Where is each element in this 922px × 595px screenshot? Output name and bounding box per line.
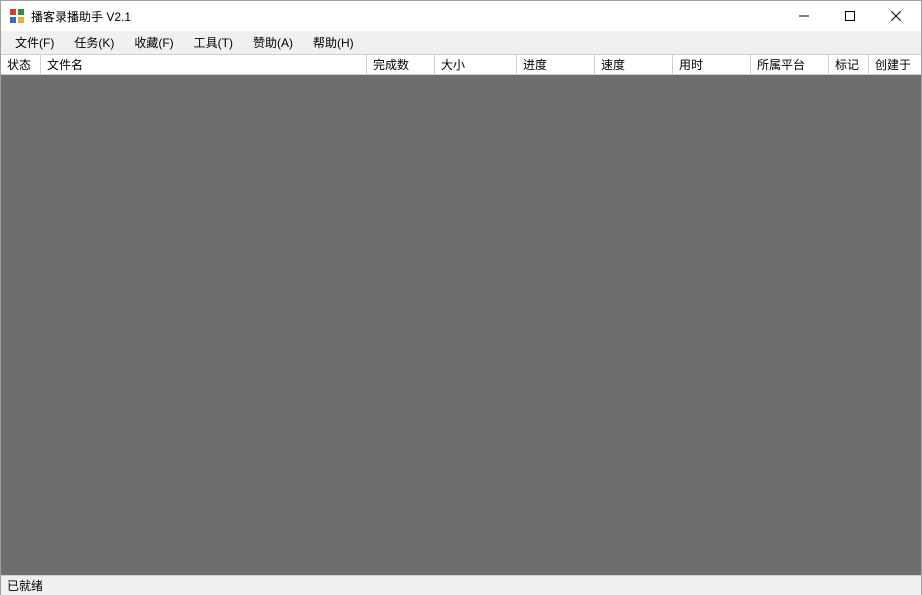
column-completed[interactable]: 完成数 — [367, 55, 435, 74]
close-icon — [891, 11, 901, 21]
menu-favorite[interactable]: 收藏(F) — [124, 31, 183, 54]
column-created[interactable]: 创建于 — [869, 55, 921, 74]
menu-sponsor[interactable]: 赞助(A) — [243, 31, 303, 54]
table-body[interactable] — [1, 75, 921, 575]
column-size[interactable]: 大小 — [435, 55, 517, 74]
app-icon — [9, 8, 25, 24]
maximize-icon — [845, 11, 855, 21]
column-speed[interactable]: 速度 — [595, 55, 673, 74]
column-platform[interactable]: 所属平台 — [751, 55, 829, 74]
column-elapsed[interactable]: 用时 — [673, 55, 751, 74]
close-button[interactable] — [873, 1, 919, 31]
menu-tool[interactable]: 工具(T) — [184, 31, 243, 54]
window-controls — [781, 1, 919, 31]
minimize-icon — [799, 11, 809, 21]
menubar: 文件(F) 任务(K) 收藏(F) 工具(T) 赞助(A) 帮助(H) — [1, 31, 921, 55]
menu-file[interactable]: 文件(F) — [5, 31, 64, 54]
column-filename[interactable]: 文件名 — [41, 55, 367, 74]
column-mark[interactable]: 标记 — [829, 55, 869, 74]
statusbar: 已就绪 — [1, 575, 921, 595]
table-header: 状态 文件名 完成数 大小 进度 速度 用时 所属平台 标记 创建于 — [1, 55, 921, 75]
window-title: 播客录播助手 V2.1 — [31, 8, 781, 25]
menu-help[interactable]: 帮助(H) — [303, 31, 364, 54]
minimize-button[interactable] — [781, 1, 827, 31]
column-progress[interactable]: 进度 — [517, 55, 595, 74]
maximize-button[interactable] — [827, 1, 873, 31]
titlebar: 播客录播助手 V2.1 — [1, 1, 921, 31]
menu-task[interactable]: 任务(K) — [64, 31, 124, 54]
status-text: 已就绪 — [7, 577, 43, 594]
column-status[interactable]: 状态 — [1, 55, 41, 74]
